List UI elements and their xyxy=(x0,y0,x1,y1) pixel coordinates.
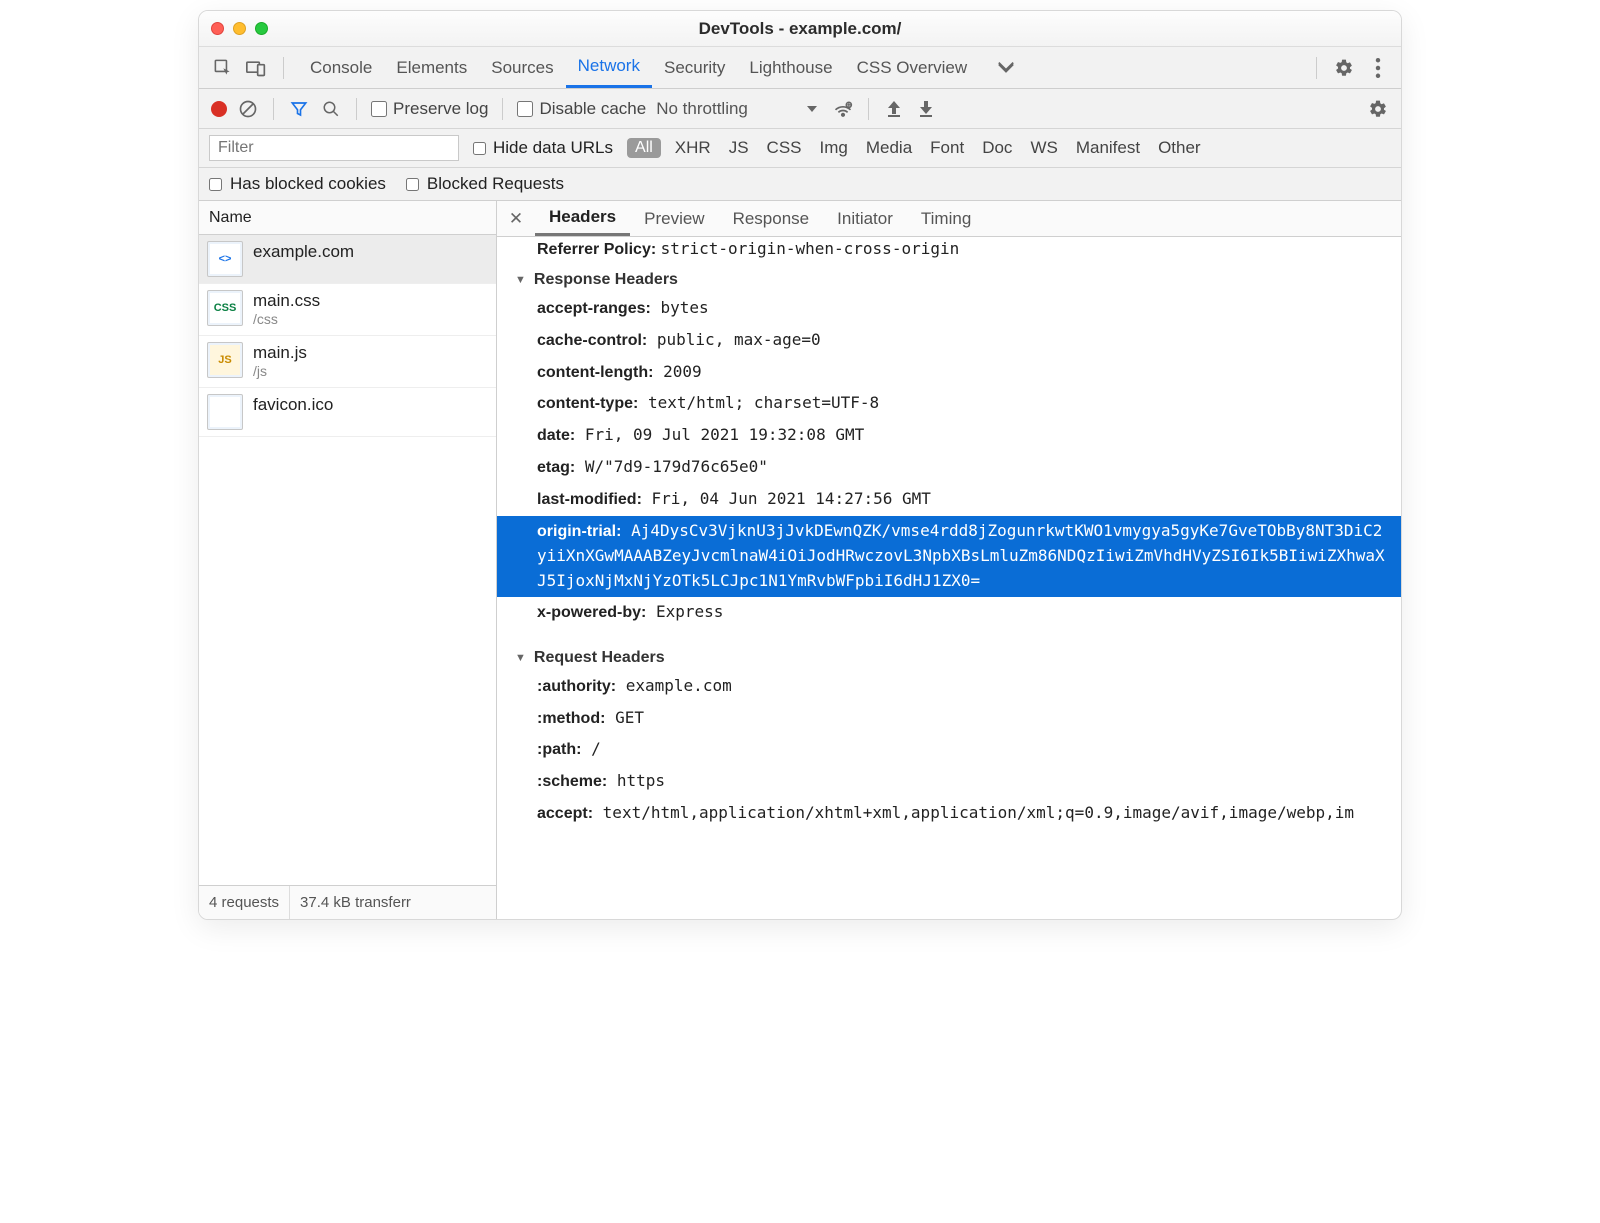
header-x-powered-by: x-powered-by: Express xyxy=(497,597,1401,629)
main-split: Name <> example.comCSS main.css/cssJS ma… xyxy=(199,201,1401,919)
detail-tab-headers[interactable]: Headers xyxy=(535,201,630,236)
settings-icon[interactable] xyxy=(1331,55,1357,81)
throttling-select[interactable]: No throttling xyxy=(656,99,822,119)
status-transfer: 37.4 kB transferr xyxy=(290,886,421,919)
titlebar: DevTools - example.com/ xyxy=(199,11,1401,47)
header-origin-trial[interactable]: origin-trial: Aj4DysCv3VjknU3jJvkDEwnQZK… xyxy=(497,516,1401,597)
detail-tab-timing[interactable]: Timing xyxy=(907,201,985,236)
header-referrer-policy: Referrer Policy: strict-origin-when-cros… xyxy=(497,237,1401,265)
request-header: accept: text/html,application/xhtml+xml,… xyxy=(497,798,1401,830)
request-path: /js xyxy=(253,363,307,381)
filter-type-xhr[interactable]: XHR xyxy=(675,138,711,158)
preserve-log-checkbox[interactable]: Preserve log xyxy=(371,99,488,119)
zoom-window-icon[interactable] xyxy=(255,22,268,35)
section-response-headers[interactable]: Response Headers xyxy=(497,265,1401,293)
section-request-headers[interactable]: Request Headers xyxy=(497,643,1401,671)
tab-lighthouse[interactable]: Lighthouse xyxy=(737,47,844,88)
inspect-icon[interactable] xyxy=(209,55,235,81)
filter-type-js[interactable]: JS xyxy=(729,138,749,158)
response-header: content-type: text/html; charset=UTF-8 xyxy=(497,388,1401,420)
separator xyxy=(1316,57,1317,79)
request-row[interactable]: CSS main.css/css xyxy=(199,284,496,336)
network-toolbar: Preserve log Disable cache No throttling xyxy=(199,89,1401,129)
tab-sources[interactable]: Sources xyxy=(479,47,565,88)
filter-type-ws[interactable]: WS xyxy=(1030,138,1057,158)
response-header: date: Fri, 09 Jul 2021 19:32:08 GMT xyxy=(497,420,1401,452)
response-header: accept-ranges: bytes xyxy=(497,293,1401,325)
window-title: DevTools - example.com/ xyxy=(199,19,1401,39)
request-row[interactable]: favicon.ico xyxy=(199,388,496,437)
tab-security[interactable]: Security xyxy=(652,47,737,88)
status-requests: 4 requests xyxy=(199,886,290,919)
tabs-host: ConsoleElementsSourcesNetworkSecurityLig… xyxy=(298,47,979,88)
devtools-window: DevTools - example.com/ ConsoleElementsS… xyxy=(198,10,1402,920)
status-bar: 4 requests 37.4 kB transferr xyxy=(199,885,496,919)
settings-icon[interactable] xyxy=(1367,98,1389,120)
response-header: content-length: 2009 xyxy=(497,357,1401,389)
filter-row-2: Has blocked cookies Blocked Requests xyxy=(199,168,1401,201)
tab-network[interactable]: Network xyxy=(566,47,652,88)
request-name: main.css xyxy=(253,290,320,311)
column-header-name[interactable]: Name xyxy=(199,201,496,235)
request-list: Name <> example.comCSS main.css/cssJS ma… xyxy=(199,201,497,919)
close-window-icon[interactable] xyxy=(211,22,224,35)
filter-type-all[interactable]: All xyxy=(627,138,661,158)
request-header: :authority: example.com xyxy=(497,671,1401,703)
detail-tabstrip: ✕ HeadersPreviewResponseInitiatorTiming xyxy=(497,201,1401,237)
request-name: main.js xyxy=(253,342,307,363)
separator xyxy=(283,57,284,79)
tab-css-overview[interactable]: CSS Overview xyxy=(845,47,980,88)
filter-row: Hide data URLs All XHR JS CSS Img Media Font D… xyxy=(199,129,1401,168)
request-name: example.com xyxy=(253,241,354,262)
headers-body[interactable]: Referrer Policy: strict-origin-when-cros… xyxy=(497,237,1401,919)
panel-tabstrip: ConsoleElementsSourcesNetworkSecurityLig… xyxy=(199,47,1401,89)
detail-pane: ✕ HeadersPreviewResponseInitiatorTiming … xyxy=(497,201,1401,919)
minimize-window-icon[interactable] xyxy=(233,22,246,35)
record-button[interactable] xyxy=(211,101,227,117)
request-path: /css xyxy=(253,311,320,329)
filter-type-img[interactable]: Img xyxy=(820,138,848,158)
file-icon: <> xyxy=(207,241,243,277)
filter-type-manifest[interactable]: Manifest xyxy=(1076,138,1140,158)
filter-type-css[interactable]: CSS xyxy=(767,138,802,158)
filter-type-other[interactable]: Other xyxy=(1158,138,1201,158)
request-header: :scheme: https xyxy=(497,766,1401,798)
file-icon: JS xyxy=(207,342,243,378)
detail-tab-response[interactable]: Response xyxy=(719,201,824,236)
file-icon: CSS xyxy=(207,290,243,326)
request-header: :method: GET xyxy=(497,703,1401,735)
response-header: etag: W/"7d9-179d76c65e0" xyxy=(497,452,1401,484)
close-icon[interactable]: ✕ xyxy=(503,209,529,229)
search-icon[interactable] xyxy=(320,98,342,120)
kebab-menu-icon[interactable] xyxy=(1365,55,1391,81)
hide-data-urls-checkbox[interactable]: Hide data URLs xyxy=(473,138,613,158)
tab-console[interactable]: Console xyxy=(298,47,384,88)
blocked-requests-checkbox[interactable]: Blocked Requests xyxy=(406,174,564,194)
filter-icon[interactable] xyxy=(288,98,310,120)
response-header: cache-control: public, max-age=0 xyxy=(497,325,1401,357)
request-row[interactable]: JS main.js/js xyxy=(199,336,496,388)
response-header: last-modified: Fri, 04 Jun 2021 14:27:56… xyxy=(497,484,1401,516)
download-icon[interactable] xyxy=(915,98,937,120)
request-row[interactable]: <> example.com xyxy=(199,235,496,284)
disable-cache-checkbox[interactable]: Disable cache xyxy=(517,99,646,119)
clear-icon[interactable] xyxy=(237,98,259,120)
filter-type-media[interactable]: Media xyxy=(866,138,912,158)
filter-type-doc[interactable]: Doc xyxy=(982,138,1012,158)
detail-tab-preview[interactable]: Preview xyxy=(630,201,718,236)
network-conditions-icon[interactable] xyxy=(832,98,854,120)
chevron-down-icon xyxy=(752,101,822,117)
filter-type-font[interactable]: Font xyxy=(930,138,964,158)
request-header: :path: / xyxy=(497,734,1401,766)
request-name: favicon.ico xyxy=(253,394,333,415)
upload-icon[interactable] xyxy=(883,98,905,120)
detail-tab-initiator[interactable]: Initiator xyxy=(823,201,907,236)
device-toolbar-icon[interactable] xyxy=(243,55,269,81)
window-controls xyxy=(211,22,268,35)
tab-elements[interactable]: Elements xyxy=(384,47,479,88)
file-icon xyxy=(207,394,243,430)
filter-input[interactable] xyxy=(209,135,459,161)
has-blocked-cookies-checkbox[interactable]: Has blocked cookies xyxy=(209,174,386,194)
more-tabs-icon[interactable] xyxy=(993,55,1019,81)
